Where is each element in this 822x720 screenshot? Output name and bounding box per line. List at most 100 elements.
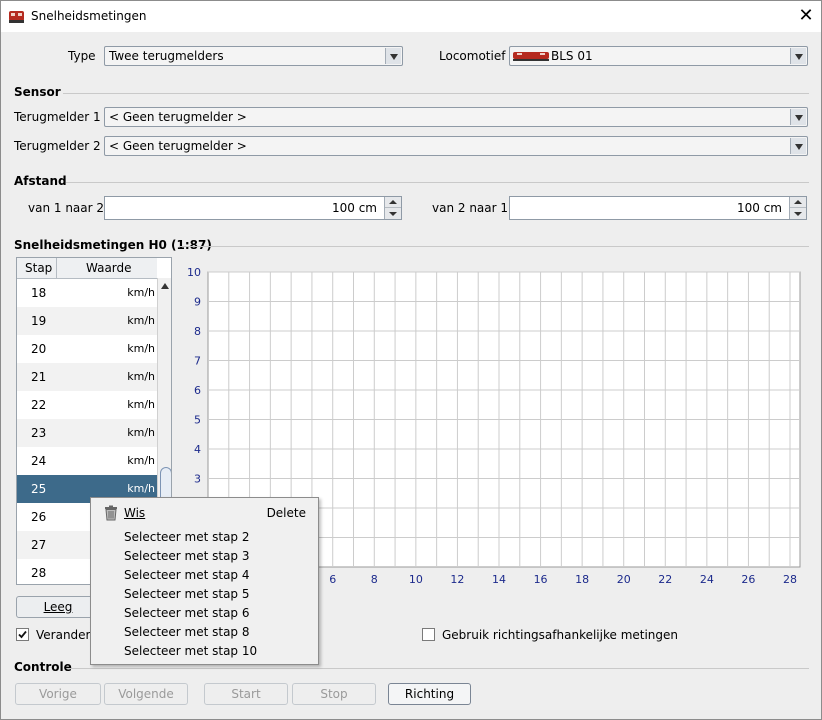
close-icon[interactable]: ✕ xyxy=(793,3,819,29)
row-value: km/h xyxy=(127,482,155,495)
start-button[interactable]: Start xyxy=(204,683,288,705)
locomotive-combobox[interactable]: BLS 01 xyxy=(509,46,808,66)
x-tick-label: 14 xyxy=(492,573,506,586)
sensor2-combobox[interactable]: < Geen terugmelder > xyxy=(104,136,808,156)
locomotive-value: BLS 01 xyxy=(551,49,593,63)
x-tick-label: 24 xyxy=(700,573,714,586)
separator xyxy=(63,93,809,94)
row-step: 22 xyxy=(31,398,47,412)
delete-accelerator: Delete xyxy=(266,506,306,520)
table-row[interactable]: 22 km/h xyxy=(17,391,157,419)
row-value: km/h xyxy=(127,398,155,411)
change-checkbox-label: Verander xyxy=(36,628,91,642)
sensor1-value: < Geen terugmelder > xyxy=(109,110,247,124)
table-row[interactable]: 18 km/h xyxy=(17,279,157,307)
checkmark-icon xyxy=(18,630,27,639)
row-step: 24 xyxy=(31,454,47,468)
y-tick-label: 5 xyxy=(194,414,201,427)
menu-item-select-step[interactable]: Selecteer met stap 5 xyxy=(124,587,250,601)
spinner-buttons xyxy=(789,197,806,219)
row-value: km/h xyxy=(127,342,155,355)
sensor1-combobox[interactable]: < Geen terugmelder > xyxy=(104,107,808,127)
change-checkbox[interactable] xyxy=(16,628,29,641)
type-value: Twee terugmelders xyxy=(109,49,224,63)
locomotive-app-icon xyxy=(9,11,24,23)
row-step: 18 xyxy=(31,286,47,300)
clear-button-label: Leeg xyxy=(43,600,73,614)
table-row[interactable]: 20 km/h xyxy=(17,335,157,363)
column-header-value[interactable]: Waarde xyxy=(86,261,132,275)
distance1-label: van 1 naar 2 xyxy=(28,201,105,215)
direction-dependent-checkbox[interactable] xyxy=(422,628,435,641)
row-step: 21 xyxy=(31,370,47,384)
sensor-section-title: Sensor xyxy=(14,85,61,99)
spinner-buttons xyxy=(384,197,401,219)
x-tick-label: 12 xyxy=(450,573,464,586)
distance2-value: 100 cm xyxy=(736,201,782,215)
stop-button[interactable]: Stop xyxy=(292,683,376,705)
type-combobox[interactable]: Twee terugmelders xyxy=(104,46,403,66)
direction-dependent-label: Gebruik richtingsafhankelijke metingen xyxy=(442,628,679,642)
menu-item-select-step[interactable]: Selecteer met stap 10 xyxy=(124,644,257,658)
sensor2-label: Terugmelder 2 xyxy=(14,139,101,153)
row-value: km/h xyxy=(127,314,155,327)
spinner-up-icon[interactable] xyxy=(790,197,806,208)
direction-button[interactable]: Richting xyxy=(388,683,471,705)
distance2-label: van 2 naar 1 xyxy=(432,201,509,215)
row-step: 25 xyxy=(31,482,47,496)
table-row[interactable]: 21 km/h xyxy=(17,363,157,391)
menu-item-select-step[interactable]: Selecteer met stap 2 xyxy=(124,530,250,544)
distance1-spinner[interactable]: 100 cm xyxy=(104,196,402,220)
speed-measurement-window: Snelheidsmetingen ✕ Type Twee terugmelde… xyxy=(0,0,822,720)
row-value: km/h xyxy=(127,454,155,467)
chevron-down-icon[interactable] xyxy=(790,48,806,64)
row-value: km/h xyxy=(127,286,155,299)
menu-item-select-step[interactable]: Selecteer met stap 3 xyxy=(124,549,250,563)
spinner-up-icon[interactable] xyxy=(385,197,401,208)
x-tick-label: 28 xyxy=(783,573,797,586)
row-value: km/h xyxy=(127,426,155,439)
table-header: Stap Waarde xyxy=(17,258,157,279)
table-row[interactable]: 19 km/h xyxy=(17,307,157,335)
row-step: 26 xyxy=(31,510,47,524)
y-tick-label: 4 xyxy=(194,443,201,456)
row-step: 19 xyxy=(31,314,47,328)
separator xyxy=(67,668,809,669)
controle-section-title: Controle xyxy=(14,660,72,674)
table-row[interactable]: 23 km/h xyxy=(17,419,157,447)
chevron-down-icon[interactable] xyxy=(790,109,806,125)
distance2-spinner[interactable]: 100 cm xyxy=(509,196,807,220)
y-tick-label: 6 xyxy=(194,384,201,397)
title-bar: Snelheidsmetingen ✕ xyxy=(1,1,821,32)
menu-item-select-step[interactable]: Selecteer met stap 6 xyxy=(124,606,250,620)
x-tick-label: 16 xyxy=(534,573,548,586)
column-header-step[interactable]: Stap xyxy=(25,261,52,275)
spinner-down-icon[interactable] xyxy=(385,208,401,219)
spinner-down-icon[interactable] xyxy=(790,208,806,219)
type-label: Type xyxy=(68,49,96,63)
x-tick-label: 18 xyxy=(575,573,589,586)
table-row[interactable]: 24 km/h xyxy=(17,447,157,475)
distance-section-title: Afstand xyxy=(14,174,67,188)
row-step: 23 xyxy=(31,426,47,440)
chevron-down-icon[interactable] xyxy=(790,138,806,154)
row-value: km/h xyxy=(127,370,155,383)
menu-item-select-step[interactable]: Selecteer met stap 8 xyxy=(124,625,250,639)
row-step: 28 xyxy=(31,566,47,580)
scroll-up-icon[interactable] xyxy=(161,283,169,289)
clear-button[interactable]: Leeg xyxy=(16,596,100,618)
y-tick-label: 10 xyxy=(187,266,201,279)
menu-item-select-step[interactable]: Selecteer met stap 4 xyxy=(124,568,250,582)
window-title: Snelheidsmetingen xyxy=(31,9,147,23)
trash-icon xyxy=(105,505,117,521)
chevron-down-icon[interactable] xyxy=(385,48,401,64)
menu-item-delete[interactable]: Wis xyxy=(124,506,145,520)
next-button[interactable]: Volgende xyxy=(104,683,188,705)
previous-button[interactable]: Vorige xyxy=(15,683,101,705)
y-tick-label: 7 xyxy=(194,355,201,368)
x-tick-label: 8 xyxy=(371,573,378,586)
x-tick-label: 26 xyxy=(741,573,755,586)
row-step: 20 xyxy=(31,342,47,356)
separator xyxy=(66,182,809,183)
x-tick-label: 6 xyxy=(329,573,336,586)
